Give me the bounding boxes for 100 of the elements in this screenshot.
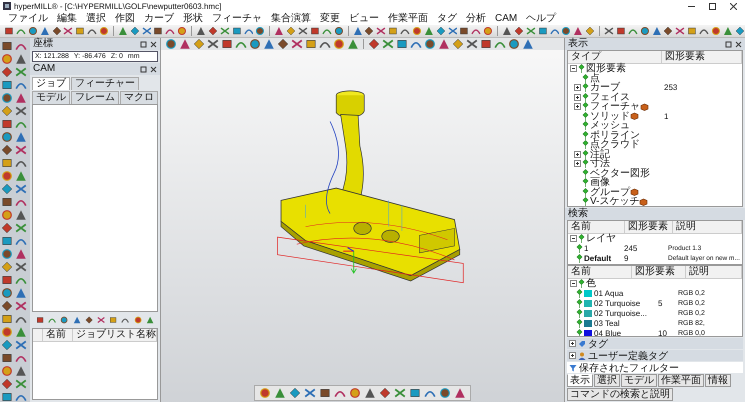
tree-item[interactable]: 画像 <box>590 178 610 188</box>
tool-icon[interactable] <box>15 261 27 273</box>
tool-icon[interactable] <box>15 365 27 377</box>
menu-item[interactable]: 変更 <box>320 12 340 24</box>
tool-icon[interactable] <box>1 352 13 364</box>
tool-icon[interactable] <box>1 222 13 234</box>
tool-icon[interactable] <box>1 391 13 402</box>
tool-icon[interactable] <box>439 387 451 399</box>
column-header[interactable]: 図形要素 <box>625 220 673 233</box>
column-header[interactable]: 名前 <box>568 266 632 278</box>
pin-icon[interactable] <box>140 40 147 48</box>
tool-icon[interactable] <box>466 38 478 50</box>
expand-icon[interactable] <box>569 340 576 347</box>
tool-icon[interactable] <box>710 26 721 36</box>
tree-item[interactable]: 02 Turquoise <box>594 298 640 309</box>
tab[interactable]: 情報 <box>705 374 731 387</box>
tree-item[interactable]: 注記 <box>590 150 610 159</box>
tool-icon[interactable] <box>561 26 572 36</box>
collapse-icon[interactable] <box>570 235 577 242</box>
pin-icon[interactable] <box>725 40 732 48</box>
tree-item[interactable]: 寸法 <box>590 159 610 168</box>
menu-item[interactable]: 選択 <box>86 12 106 24</box>
tree-item[interactable]: ベクター図形 <box>590 168 650 178</box>
tree-item[interactable]: レイヤ <box>586 234 616 244</box>
tool-icon[interactable] <box>1 287 13 299</box>
tool-icon[interactable] <box>480 38 492 50</box>
tab[interactable]: 作業平面 <box>658 374 704 387</box>
tool-icon[interactable] <box>412 26 422 36</box>
tree-item[interactable]: 02 Turquoise... <box>594 308 647 319</box>
menu-item[interactable]: 形状 <box>183 12 203 24</box>
tool-icon[interactable] <box>75 26 86 36</box>
tool-icon[interactable] <box>364 387 376 399</box>
tool-icon[interactable] <box>259 387 271 399</box>
tree-item[interactable]: 01 Aqua <box>594 288 624 299</box>
tree-item[interactable]: メッシュ <box>590 121 630 130</box>
tool-icon[interactable] <box>376 26 386 36</box>
tool-icon[interactable] <box>388 26 398 36</box>
tab[interactable]: コマンドの検索と説明 <box>567 388 673 401</box>
tool-icon[interactable] <box>310 26 320 36</box>
tool-icon[interactable] <box>305 38 317 50</box>
tool-icon[interactable] <box>319 387 331 399</box>
tree-item[interactable]: フェイス <box>590 92 630 102</box>
menu-item[interactable]: 作図 <box>115 12 135 24</box>
tree-item[interactable]: タグ <box>588 336 608 350</box>
tool-icon[interactable] <box>508 38 520 50</box>
tool-icon[interactable] <box>28 26 38 36</box>
tool-icon[interactable] <box>424 38 436 50</box>
column-header[interactable]: 説明 <box>673 220 742 233</box>
tool-icon[interactable] <box>142 26 152 36</box>
tool-icon[interactable] <box>1 66 13 78</box>
tool-icon[interactable] <box>409 387 421 399</box>
tree-item[interactable]: カーブ <box>590 83 620 92</box>
tool-icon[interactable] <box>1 131 13 143</box>
expand-icon[interactable] <box>574 103 581 110</box>
tool-icon[interactable] <box>459 26 470 36</box>
tool-icon[interactable] <box>604 26 614 36</box>
tab[interactable]: フィーチャー <box>71 77 139 90</box>
column-header[interactable]: ジョブリスト名称 <box>73 329 157 341</box>
tool-icon[interactable] <box>349 387 361 399</box>
tab[interactable]: マクロ <box>120 91 158 104</box>
tool-icon[interactable] <box>1 144 13 156</box>
tree-item[interactable]: グループ <box>590 188 630 197</box>
tree-item[interactable]: 1 <box>584 244 588 254</box>
tool-icon[interactable] <box>333 38 345 50</box>
tree-item[interactable]: フィーチャ <box>590 102 640 112</box>
tool-icon[interactable] <box>97 315 106 325</box>
tool-icon[interactable] <box>1 157 13 169</box>
column-header[interactable]: 図形要素 <box>632 266 686 278</box>
tool-icon[interactable] <box>1 248 13 260</box>
column-header[interactable]: 図形要素 <box>662 51 742 63</box>
menu-item[interactable]: 編集 <box>57 12 77 24</box>
tab[interactable]: フレーム <box>71 91 119 104</box>
tool-icon[interactable] <box>153 26 164 36</box>
tool-icon[interactable] <box>1 92 13 104</box>
collapse-icon[interactable] <box>570 65 577 72</box>
tool-icon[interactable] <box>1 313 13 325</box>
close-icon[interactable] <box>150 40 157 48</box>
tree-item[interactable]: 図形要素 <box>586 64 626 74</box>
tool-icon[interactable] <box>334 26 344 36</box>
tool-icon[interactable] <box>1 79 13 91</box>
tool-icon[interactable] <box>1 235 13 247</box>
tree-item[interactable]: ポリライン <box>590 130 640 140</box>
tree-item[interactable]: V-スケッチ <box>590 197 640 206</box>
tool-icon[interactable] <box>207 38 219 50</box>
tree-item[interactable]: 点クラウド <box>590 140 640 150</box>
tool-icon[interactable] <box>1 196 13 208</box>
tool-icon[interactable] <box>221 38 233 50</box>
tool-icon[interactable] <box>640 26 650 36</box>
expand-icon[interactable] <box>574 160 581 168</box>
expand-icon[interactable] <box>574 150 581 158</box>
column-header[interactable]: 説明 <box>686 266 742 278</box>
menu-item[interactable]: ビュー <box>349 12 379 24</box>
tool-icon[interactable] <box>1 274 13 286</box>
tool-icon[interactable] <box>15 209 27 221</box>
tool-icon[interactable] <box>15 105 27 117</box>
column-header[interactable]: 名前 <box>568 220 625 233</box>
tool-icon[interactable] <box>448 26 458 36</box>
tool-icon[interactable] <box>454 387 466 399</box>
tool-icon[interactable] <box>289 387 301 399</box>
tool-icon[interactable] <box>379 387 391 399</box>
